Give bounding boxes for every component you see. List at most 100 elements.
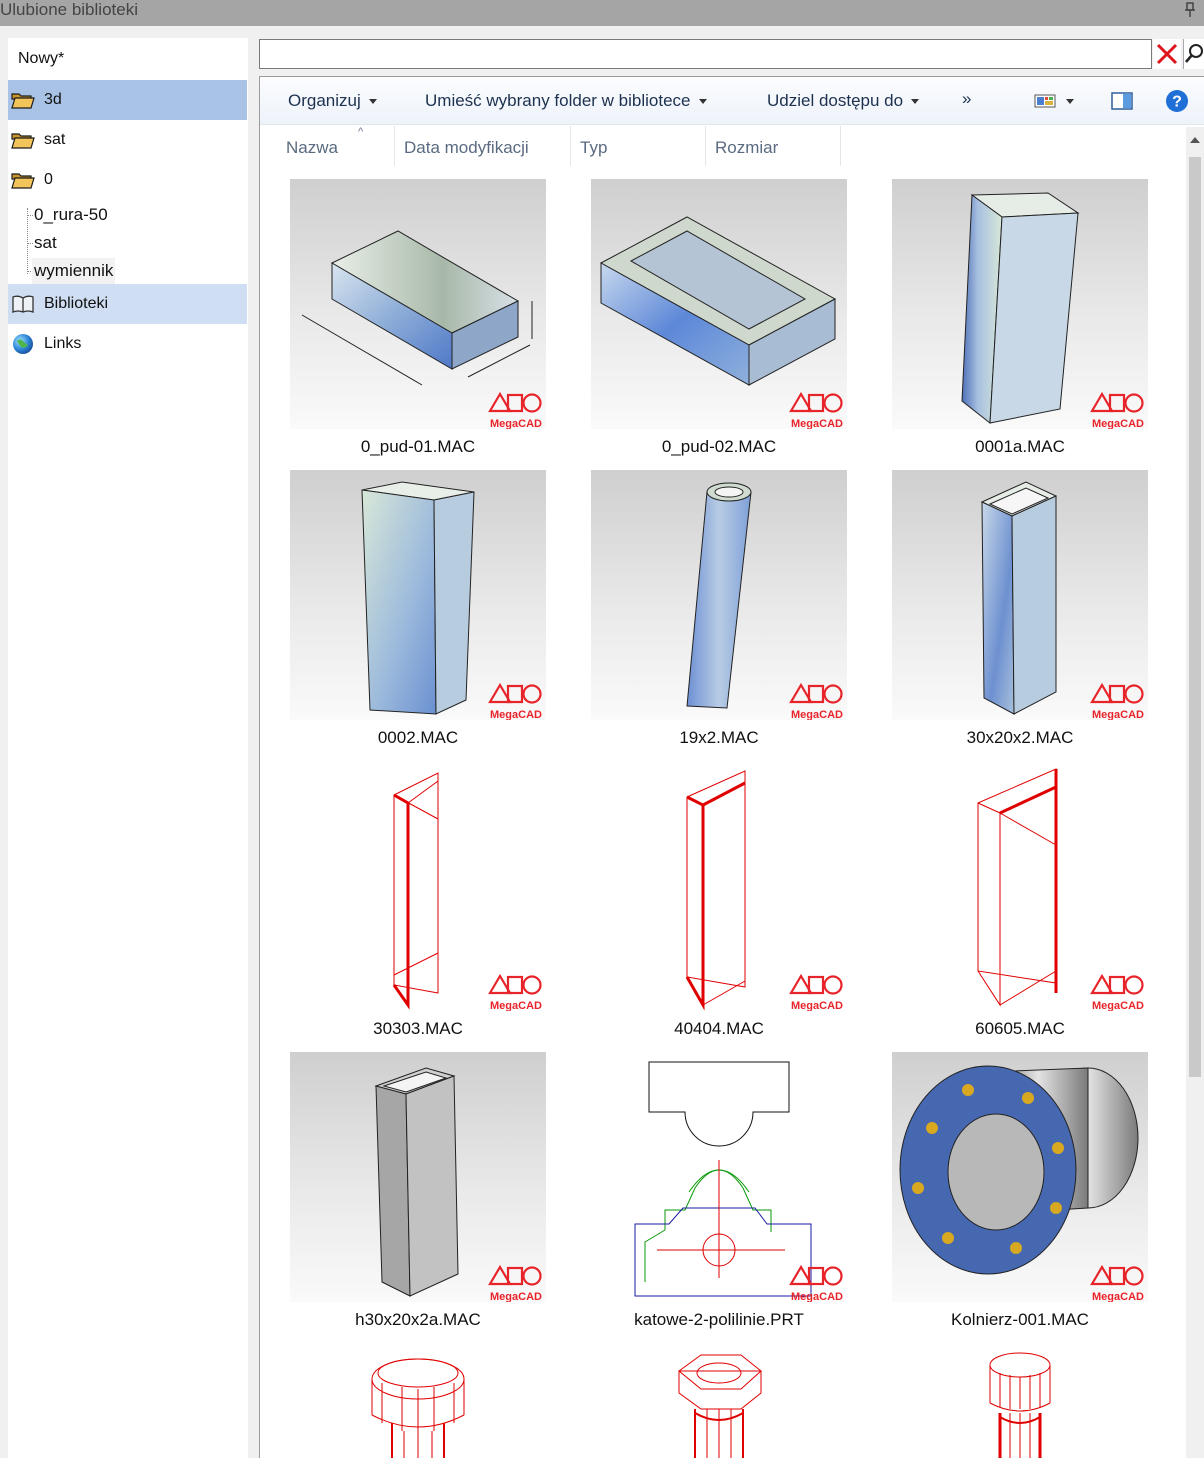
file-tile[interactable] bbox=[892, 1343, 1148, 1458]
tree-item-new[interactable]: Nowy* bbox=[18, 50, 64, 68]
share-with-button[interactable]: Udziel dostępu do bbox=[767, 91, 920, 111]
clear-search-button[interactable] bbox=[1153, 39, 1181, 69]
megacad-watermark: MegaCAD bbox=[789, 973, 845, 1011]
file-tile[interactable] bbox=[290, 1343, 546, 1458]
more-commands-button[interactable]: » bbox=[962, 89, 971, 109]
megacad-watermark-text: MegaCAD bbox=[490, 709, 542, 720]
preview-pane-icon bbox=[1111, 92, 1133, 110]
tree-item-sat[interactable]: sat bbox=[8, 120, 247, 160]
organize-button[interactable]: Organizuj bbox=[288, 91, 377, 111]
megacad-watermark-text: MegaCAD bbox=[791, 1291, 843, 1302]
file-tile[interactable]: MegaCAD katowe-2-polilinie.PRT bbox=[591, 1052, 847, 1342]
close-icon bbox=[1156, 43, 1178, 65]
organize-label: Organizuj bbox=[288, 91, 361, 110]
file-tile[interactable]: MegaCAD 30x20x2.MAC bbox=[892, 470, 1148, 760]
megacad-watermark: MegaCAD bbox=[488, 682, 544, 720]
chevron-down-icon bbox=[698, 98, 707, 104]
column-label: Rozmiar bbox=[715, 138, 779, 157]
megacad-logo-icon bbox=[789, 1264, 843, 1286]
megacad-logo-icon bbox=[789, 391, 843, 413]
megacad-watermark: MegaCAD bbox=[488, 1264, 544, 1302]
file-tile[interactable]: MegaCAD Kolnierz-001.MAC bbox=[892, 1052, 1148, 1342]
tree-item-3d[interactable]: 3d bbox=[8, 80, 247, 120]
file-thumbnail: MegaCAD bbox=[591, 1052, 847, 1302]
tree-subitem-0-rura-50[interactable]: 0_rura-50 bbox=[32, 202, 110, 228]
megacad-watermark: MegaCAD bbox=[488, 973, 544, 1011]
megacad-logo-icon bbox=[1090, 973, 1144, 995]
chevron-down-icon bbox=[911, 98, 920, 104]
library-tree: Nowy* 3d sat 0 0_rura-50 sat wymiennik B… bbox=[8, 38, 248, 1458]
tree-item-label: 0 bbox=[44, 171, 53, 188]
megacad-watermark: MegaCAD bbox=[789, 682, 845, 720]
include-in-library-button[interactable]: Umieść wybrany folder w bibliotece bbox=[425, 91, 707, 111]
window-title: Ulubione biblioteki bbox=[0, 0, 138, 19]
title-bar: Ulubione biblioteki bbox=[0, 0, 1204, 26]
megacad-logo-icon bbox=[1090, 1264, 1144, 1286]
view-icon bbox=[1034, 94, 1056, 108]
file-tile[interactable]: MegaCAD 19x2.MAC bbox=[591, 470, 847, 760]
file-tile[interactable]: MegaCAD 0002.MAC bbox=[290, 470, 546, 760]
help-icon: ? bbox=[1166, 90, 1188, 112]
tree-subitem-sat[interactable]: sat bbox=[32, 230, 59, 256]
megacad-logo-icon bbox=[488, 391, 542, 413]
tree-subitem-wymiennik[interactable]: wymiennik bbox=[32, 258, 116, 284]
preview-pane-button[interactable] bbox=[1109, 89, 1135, 113]
megacad-logo-icon bbox=[488, 682, 542, 704]
tree-item-0[interactable]: 0 bbox=[8, 160, 247, 200]
change-view-button[interactable] bbox=[1032, 89, 1058, 113]
file-name: katowe-2-polilinie.PRT bbox=[634, 1310, 804, 1329]
megacad-watermark-text: MegaCAD bbox=[1092, 1291, 1144, 1302]
favorite-libraries-window: Ulubione biblioteki Nowy* 3d sat 0 0_rur… bbox=[0, 0, 1204, 1458]
file-tile[interactable]: MegaCAD 40404.MAC bbox=[591, 761, 847, 1051]
megacad-watermark: MegaCAD bbox=[1090, 973, 1146, 1011]
folder-open-icon bbox=[10, 129, 36, 151]
file-tile[interactable]: MegaCAD 60605.MAC bbox=[892, 761, 1148, 1051]
vertical-scrollbar[interactable] bbox=[1186, 127, 1204, 1458]
include-in-library-label: Umieść wybrany folder w bibliotece bbox=[425, 91, 691, 110]
file-name: 0001a.MAC bbox=[975, 437, 1065, 456]
file-tile[interactable] bbox=[591, 1343, 847, 1458]
scroll-up-icon[interactable] bbox=[1190, 137, 1200, 143]
file-tile[interactable]: MegaCAD 0001a.MAC bbox=[892, 179, 1148, 469]
search-button[interactable] bbox=[1183, 39, 1204, 69]
tree-connector bbox=[27, 208, 28, 274]
help-button[interactable]: ? bbox=[1164, 89, 1190, 113]
file-thumbnail: MegaCAD bbox=[290, 761, 546, 1011]
file-tile[interactable]: MegaCAD 30303.MAC bbox=[290, 761, 546, 1051]
column-type[interactable]: Typ bbox=[580, 126, 706, 166]
megacad-logo-icon bbox=[789, 973, 843, 995]
file-tile[interactable]: MegaCAD 0_pud-01.MAC bbox=[290, 179, 546, 469]
column-label: Nazwa bbox=[286, 138, 338, 157]
search-input[interactable] bbox=[259, 39, 1152, 69]
file-tile[interactable]: MegaCAD 0_pud-02.MAC bbox=[591, 179, 847, 469]
megacad-watermark-text: MegaCAD bbox=[1092, 418, 1144, 429]
folder-open-icon bbox=[10, 89, 36, 111]
file-thumbnail bbox=[591, 1343, 847, 1458]
column-name[interactable]: ^ Nazwa bbox=[286, 126, 395, 166]
file-thumbnail: MegaCAD bbox=[290, 179, 546, 429]
file-name: 40404.MAC bbox=[674, 1019, 764, 1038]
megacad-logo-icon bbox=[488, 973, 542, 995]
tree-item-libraries[interactable]: Biblioteki bbox=[8, 284, 247, 324]
command-bar: Organizuj Umieść wybrany folder w biblio… bbox=[260, 77, 1204, 125]
file-thumbnail: MegaCAD bbox=[290, 1052, 546, 1302]
column-label: Typ bbox=[580, 138, 608, 157]
megacad-watermark-text: MegaCAD bbox=[791, 1000, 843, 1011]
tree-item-links[interactable]: Links bbox=[8, 324, 247, 364]
file-name: h30x20x2a.MAC bbox=[355, 1310, 481, 1329]
view-options-dropdown[interactable] bbox=[1063, 89, 1077, 113]
file-thumbnail: MegaCAD bbox=[290, 470, 546, 720]
column-size[interactable]: Rozmiar bbox=[715, 126, 841, 166]
share-with-label: Udziel dostępu do bbox=[767, 91, 904, 110]
file-explorer: Organizuj Umieść wybrany folder w biblio… bbox=[259, 76, 1204, 1458]
file-thumbnail: MegaCAD bbox=[591, 179, 847, 429]
scrollbar-thumb[interactable] bbox=[1189, 157, 1201, 1077]
megacad-watermark: MegaCAD bbox=[789, 391, 845, 429]
megacad-watermark: MegaCAD bbox=[789, 1264, 845, 1302]
file-tile[interactable]: MegaCAD h30x20x2a.MAC bbox=[290, 1052, 546, 1342]
megacad-watermark-text: MegaCAD bbox=[1092, 1000, 1144, 1011]
megacad-logo-icon bbox=[1090, 391, 1144, 413]
column-date-modified[interactable]: Data modyfikacji bbox=[404, 126, 571, 166]
pin-icon[interactable] bbox=[1184, 2, 1196, 18]
megacad-watermark-text: MegaCAD bbox=[490, 1291, 542, 1302]
